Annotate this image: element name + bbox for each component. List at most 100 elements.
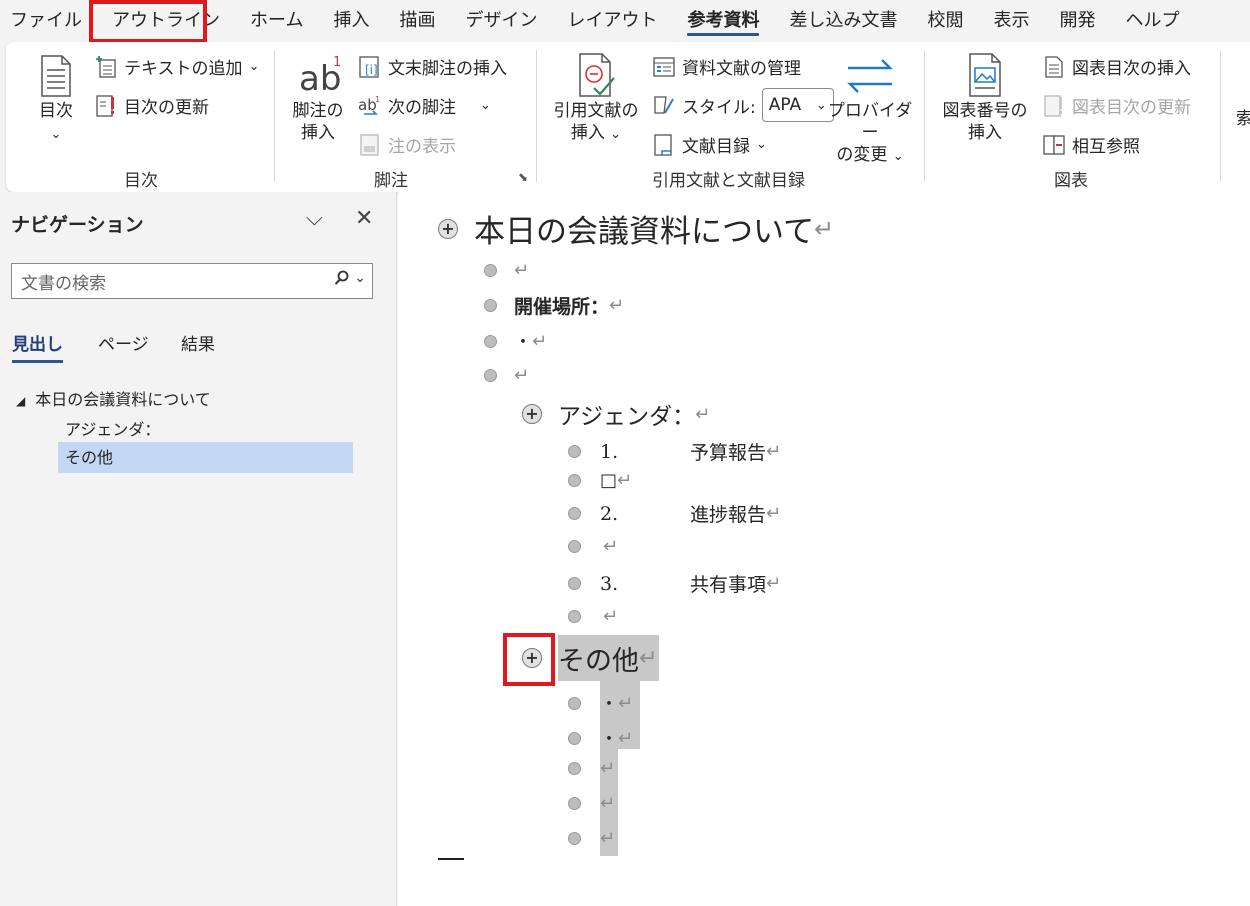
search-input[interactable]: 文書の検索 ⌄ <box>11 263 373 299</box>
svg-text:1: 1 <box>333 55 341 70</box>
insert-endnote-button[interactable]: [i] 文末脚注の挿入 <box>358 54 507 79</box>
outline-body-line[interactable]: ・ ↵ <box>484 328 547 354</box>
heading-item-agenda[interactable]: アジェンダ： <box>58 416 160 440</box>
heading-item-other[interactable]: その他 <box>58 442 353 473</box>
add-text-button[interactable]: テキストの追加 ⌄ <box>94 54 259 79</box>
insert-caption-button[interactable]: 図表番号の 挿入 <box>938 52 1032 144</box>
manage-sources-button[interactable]: 資料文献の管理 <box>652 54 801 79</box>
outline-body-line[interactable]: ↵ <box>568 793 615 814</box>
tab-home[interactable]: ホーム <box>235 0 318 42</box>
paragraph-mark: ↵ <box>617 470 633 491</box>
bibliography-button[interactable]: 文献目録 ⌄ <box>652 132 767 157</box>
tab-developer[interactable]: 開発 <box>1044 0 1110 42</box>
tab-mailings[interactable]: 差し込み文書 <box>774 0 912 42</box>
agenda-heading: アジェンダ： <box>558 404 696 430</box>
tab-references[interactable]: 参考資料 <box>672 0 774 42</box>
navigation-title: ナビゲーション <box>11 214 144 236</box>
cross-reference-button[interactable]: 相互参照 <box>1042 132 1140 157</box>
heading-item-label: 本日の会議資料について <box>35 390 211 409</box>
toc-icon <box>41 55 71 97</box>
nav-tab-results[interactable]: 結果 <box>181 330 215 355</box>
expand-plus-icon[interactable]: + <box>438 218 458 239</box>
nav-tab-pages[interactable]: ページ <box>98 330 149 355</box>
outline-body-line[interactable]: 開催場所： ↵ <box>484 292 624 319</box>
outline-body-line[interactable]: ↵ <box>484 260 529 281</box>
nav-tab-headings[interactable]: 見出し <box>12 330 63 363</box>
agenda-item[interactable]: 1. 予算報告 ↵ <box>568 438 781 465</box>
insert-table-of-figures-button[interactable]: 図表目次の挿入 <box>1042 54 1191 79</box>
outline-body-line[interactable]: □ ↵ <box>568 470 632 491</box>
style-selector: スタイル: APA ⌄ <box>652 88 834 122</box>
bullet-icon[interactable] <box>568 474 581 487</box>
style-icon <box>654 96 674 114</box>
document-canvas[interactable]: + 本日の会議資料について ↵ ↵ 開催場所： ↵ ・ ↵ ↵ + アジェンダ：… <box>398 192 1250 906</box>
chevron-down-icon[interactable]: ⌄ <box>354 270 366 286</box>
update-toc-button[interactable]: 目次の更新 <box>94 93 209 118</box>
tab-design[interactable]: デザイン <box>450 0 552 42</box>
chevron-down-icon[interactable]: ⌄ <box>480 98 491 113</box>
outline-body-line[interactable]: ↵ <box>568 758 615 779</box>
dot-text: ・ <box>600 729 618 750</box>
collapse-triangle-icon[interactable]: ◢ <box>16 394 25 408</box>
bullet-icon[interactable] <box>568 540 581 553</box>
bullet-icon[interactable] <box>484 334 497 348</box>
heading-item-title[interactable]: ◢ 本日の会議資料について <box>16 386 211 410</box>
paragraph-mark: ↵ <box>618 692 634 714</box>
outline-heading-2-other[interactable]: + その他 ↵ <box>522 635 660 681</box>
insert-footnote-button[interactable]: ab 1 脚注の 挿入 <box>286 52 350 144</box>
bullet-icon[interactable] <box>568 445 581 458</box>
style-dropdown[interactable]: APA ⌄ <box>761 88 834 122</box>
outline-heading-2-agenda[interactable]: + アジェンダ： ↵ <box>522 397 710 431</box>
tab-draw[interactable]: 描画 <box>384 0 450 42</box>
tab-insert[interactable]: 挿入 <box>318 0 384 42</box>
bullet-icon[interactable] <box>568 507 581 520</box>
show-notes-button[interactable]: 注の表示 <box>358 132 456 157</box>
outline-body-line[interactable]: ↵ <box>568 828 615 849</box>
chevron-down-icon[interactable]: ⌵ <box>306 206 323 231</box>
dialog-launcher-icon[interactable]: ⬊ <box>518 170 528 184</box>
paragraph-mark: ↵ <box>639 645 658 671</box>
bullet-icon[interactable] <box>484 299 497 312</box>
outline-body-line[interactable]: ↵ <box>568 536 618 557</box>
bullet-icon[interactable] <box>568 762 581 775</box>
insert-caption-label-2: 挿入 <box>968 123 1002 143</box>
bullet-icon[interactable] <box>484 264 497 277</box>
update-table-button[interactable]: 図表目次の更新 <box>1042 93 1191 118</box>
manage-sources-label: 資料文献の管理 <box>682 59 801 79</box>
tab-help[interactable]: ヘルプ <box>1110 0 1194 42</box>
tab-review[interactable]: 校閲 <box>912 0 978 42</box>
dot-text: ・ <box>514 332 532 353</box>
manage-sources-icon <box>653 56 675 77</box>
bullet-icon[interactable] <box>568 577 581 590</box>
svg-text:[i]: [i] <box>365 63 378 77</box>
heading-item-label: その他 <box>65 448 114 467</box>
tab-view[interactable]: 表示 <box>978 0 1044 42</box>
toc-button[interactable]: 目次 ⌄ <box>34 54 78 146</box>
outline-body-line[interactable]: ↵ <box>484 365 529 386</box>
outline-body-line[interactable]: ↵ <box>568 606 618 627</box>
tab-layout[interactable]: レイアウト <box>552 0 672 42</box>
agenda-item[interactable]: 3. 共有事項 ↵ <box>568 570 781 597</box>
bullet-icon[interactable] <box>568 731 581 745</box>
bullet-icon[interactable] <box>568 696 581 710</box>
bullet-icon[interactable] <box>568 832 581 845</box>
insert-citation-button[interactable]: 引用文献の 挿入 ⌄ <box>550 52 642 146</box>
bullet-icon[interactable] <box>484 369 497 382</box>
close-icon[interactable]: ✕ <box>355 206 373 231</box>
change-provider-button[interactable]: プロバイダー の変更 ⌄ <box>824 52 916 168</box>
group-separator <box>536 50 537 182</box>
outline-body-line[interactable]: ・ ↵ <box>568 690 633 716</box>
tab-file[interactable]: ファイル <box>0 0 97 42</box>
paragraph-mark: ↵ <box>600 758 616 779</box>
index-button-partial[interactable]: 索 <box>1236 104 1250 129</box>
bullet-icon[interactable] <box>568 797 581 810</box>
outline-body-line[interactable]: ・ ↵ <box>568 725 633 751</box>
expand-plus-icon[interactable]: + <box>522 648 542 668</box>
paragraph-mark: ↵ <box>814 214 835 243</box>
bullet-icon[interactable] <box>568 610 581 623</box>
search-icon[interactable] <box>334 270 350 286</box>
expand-plus-icon[interactable]: + <box>522 404 542 424</box>
next-footnote-button[interactable]: ab 1 次の脚注 ⌄ <box>358 93 491 119</box>
outline-heading-1[interactable]: + 本日の会議資料について ↵ <box>438 206 834 251</box>
agenda-item[interactable]: 2. 進捗報告 ↵ <box>568 500 781 527</box>
